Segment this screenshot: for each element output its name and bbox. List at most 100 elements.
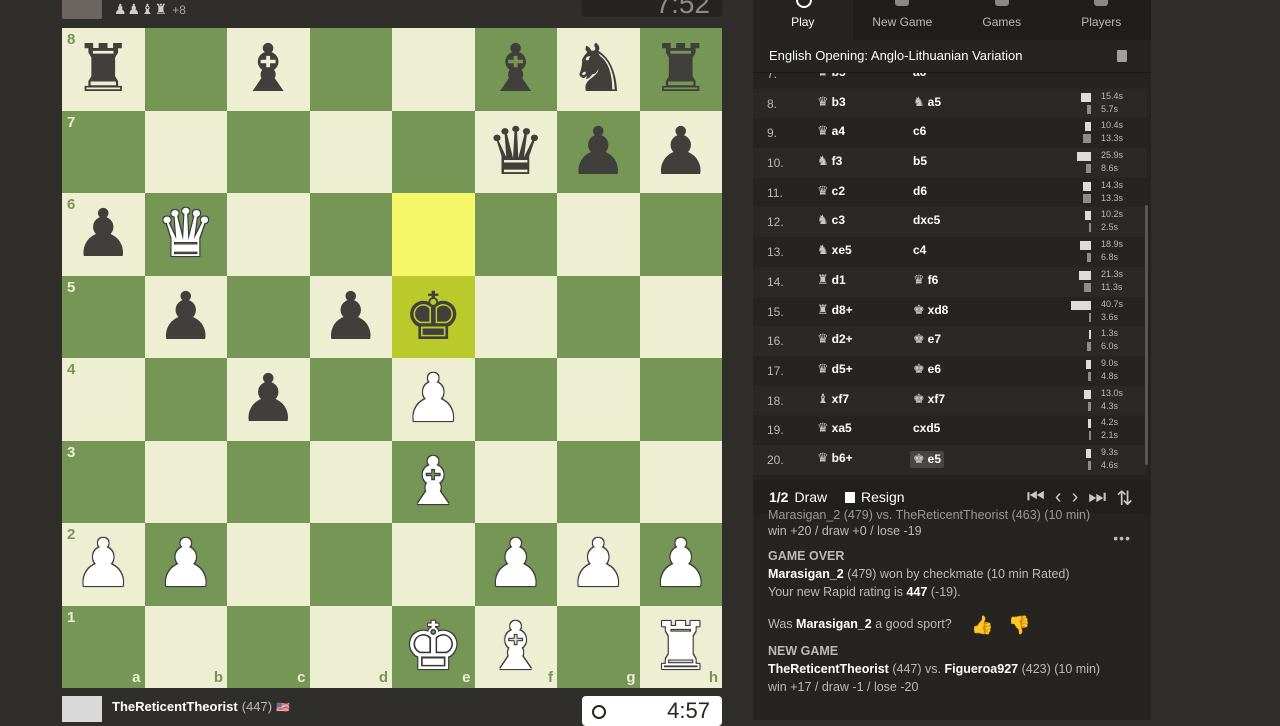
white-move[interactable]: ♛ xa5 [817, 421, 852, 436]
white-move[interactable]: ♛ d2+ [817, 332, 853, 347]
square-a1[interactable]: 1a [62, 605, 145, 688]
square-g3[interactable] [557, 440, 640, 523]
scrollbar-thumb[interactable] [1145, 205, 1148, 465]
square-b1[interactable]: b [144, 605, 227, 688]
square-a6[interactable]: 6 ♟ [62, 193, 145, 276]
last-move-icon[interactable]: ⏭ [1088, 486, 1106, 511]
black-move[interactable]: ♚ e7 [913, 332, 941, 347]
black-move[interactable]: d6 [913, 184, 927, 198]
white-piece[interactable]: ♝ [475, 606, 558, 689]
white-piece[interactable]: ♟ [475, 523, 558, 606]
white-move[interactable]: ♜ d8+ [817, 303, 853, 318]
white-piece[interactable]: ♟ [557, 523, 640, 606]
square-e6[interactable] [392, 193, 475, 276]
black-piece[interactable]: ♜ [62, 28, 145, 111]
player-info[interactable]: TheReticentTheorist (447) 🇺🇸 [112, 699, 290, 714]
black-piece[interactable]: ♜ [640, 28, 723, 111]
white-move[interactable]: ♛ d5+ [817, 362, 853, 377]
black-move[interactable]: ♞ a5 [913, 95, 941, 110]
black-piece[interactable]: ♟ [227, 358, 310, 441]
square-a7[interactable]: 7 [62, 110, 145, 193]
square-c6[interactable] [227, 193, 310, 276]
white-move[interactable]: ♞ xe5 [817, 243, 852, 258]
white-piece[interactable]: ♟ [145, 523, 228, 606]
square-c1[interactable]: c [227, 605, 310, 688]
square-g5[interactable] [557, 275, 640, 358]
square-f8[interactable]: ♝ [474, 28, 558, 111]
black-move[interactable]: c4 [913, 243, 926, 257]
black-move[interactable]: c6 [913, 124, 926, 138]
square-e8[interactable] [392, 28, 475, 111]
square-g7[interactable]: ♟ [557, 110, 640, 193]
thumbs-up-icon[interactable]: 👍 [971, 615, 993, 636]
black-piece[interactable]: ♟ [145, 276, 228, 359]
draw-button[interactable]: 1/2 Draw [769, 489, 827, 505]
square-c7[interactable] [227, 110, 310, 193]
white-piece[interactable]: ♛ [145, 193, 228, 276]
square-a5[interactable]: 5 [62, 275, 145, 358]
square-b3[interactable] [144, 440, 227, 523]
white-move[interactable]: ♝ xf7 [817, 392, 849, 407]
square-a3[interactable]: 3 [62, 440, 145, 523]
black-move[interactable]: cxd5 [913, 421, 940, 435]
square-f4[interactable] [474, 358, 557, 441]
square-g2[interactable]: ♟ [557, 523, 640, 606]
square-b7[interactable] [144, 110, 227, 193]
square-c4[interactable]: ♟ [227, 358, 310, 441]
square-d2[interactable] [309, 523, 392, 606]
move-list-scrollbar[interactable] [1145, 75, 1149, 475]
white-move[interactable]: ♛ b3 [817, 95, 846, 110]
white-piece[interactable]: ♜ [640, 606, 723, 689]
chat-menu-icon[interactable]: ••• [1113, 530, 1131, 546]
black-piece[interactable]: ♟ [640, 111, 723, 194]
black-piece[interactable]: ♟ [62, 193, 145, 276]
square-e5[interactable]: ♚ [392, 275, 475, 358]
square-a8[interactable]: 8 ♜ [62, 28, 145, 111]
black-move[interactable]: ♚ xd8 [913, 303, 948, 318]
white-piece[interactable]: ♚ [392, 606, 475, 689]
white-move[interactable]: ♛ c2 [817, 184, 845, 199]
square-g1[interactable]: g [557, 605, 640, 688]
square-b2[interactable]: ♟ [144, 523, 228, 606]
black-piece[interactable]: ♝ [475, 28, 558, 111]
square-f1[interactable]: f ♝ [474, 605, 558, 689]
square-e3[interactable]: ♝ [392, 440, 475, 523]
square-e1[interactable]: e ♚ [392, 605, 475, 689]
resign-button[interactable]: Resign [845, 489, 905, 505]
square-f3[interactable] [474, 440, 557, 523]
black-move[interactable]: b5 [913, 154, 927, 168]
black-move[interactable]: dxc5 [913, 213, 940, 227]
square-h5[interactable] [639, 275, 722, 358]
square-e4[interactable]: ♟ [392, 358, 475, 441]
square-b8[interactable] [144, 28, 227, 111]
square-f2[interactable]: ♟ [474, 523, 558, 606]
opponent-avatar[interactable] [62, 0, 102, 19]
square-h7[interactable]: ♟ [639, 110, 723, 194]
tab-play[interactable]: Play [753, 0, 853, 40]
player-avatar[interactable] [62, 696, 102, 722]
square-e7[interactable] [392, 110, 475, 193]
black-piece[interactable]: ♟ [310, 276, 393, 359]
square-b5[interactable]: ♟ [144, 275, 228, 359]
square-f6[interactable] [474, 193, 557, 276]
white-move[interactable]: ♞ f3 [817, 154, 842, 169]
white-move[interactable]: ♛ b6+ [817, 451, 853, 466]
square-f7[interactable]: ♛ [474, 110, 557, 193]
square-d3[interactable] [309, 440, 392, 523]
white-piece[interactable]: ♟ [392, 358, 475, 441]
square-d7[interactable] [309, 110, 392, 193]
black-move[interactable]: ♚ xf7 [913, 392, 945, 407]
square-c8[interactable]: ♝ [227, 28, 310, 111]
square-g6[interactable] [557, 193, 640, 276]
white-move[interactable]: ♞ c3 [817, 213, 845, 228]
square-c3[interactable] [227, 440, 310, 523]
square-a4[interactable]: 4 [62, 358, 145, 441]
square-h6[interactable] [639, 193, 722, 276]
black-move[interactable]: ♚ e6 [913, 362, 941, 377]
square-c2[interactable] [227, 523, 310, 606]
square-d5[interactable]: ♟ [309, 275, 393, 359]
square-d1[interactable]: d [309, 605, 392, 688]
black-move[interactable]: a6 [913, 73, 926, 79]
white-piece[interactable]: ♟ [62, 523, 145, 606]
square-b6[interactable]: ♛ [144, 193, 228, 276]
